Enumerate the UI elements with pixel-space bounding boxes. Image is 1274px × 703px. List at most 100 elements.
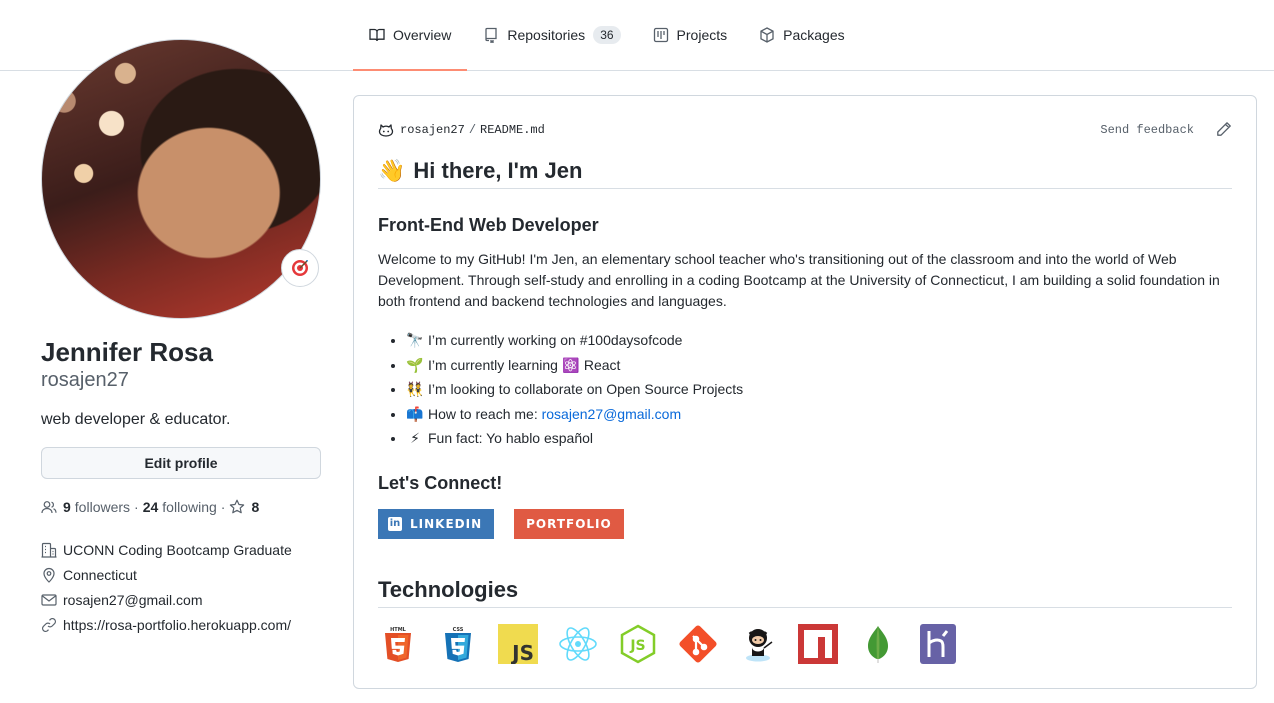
- repo-icon: [485, 27, 498, 43]
- technologies-heading: Technologies: [378, 575, 1232, 608]
- telescope-icon: 🔭: [406, 332, 424, 348]
- readme-file-link[interactable]: README.md: [480, 123, 545, 137]
- organization-icon: [41, 542, 57, 558]
- avatar[interactable]: [41, 39, 321, 319]
- html5-icon: HTML: [378, 624, 418, 664]
- profile-tabs: Overview Repositories 36 Projects Packag…: [353, 0, 861, 71]
- svg-text:CSS: CSS: [453, 627, 464, 633]
- reach-email-link[interactable]: rosajen27@gmail.com: [542, 406, 682, 422]
- avatar-container: [41, 39, 321, 319]
- heroku-icon: [918, 623, 958, 664]
- mailbox-icon: 📫: [406, 405, 424, 422]
- mongodb-icon: [858, 624, 898, 664]
- svg-text:JS: JS: [510, 641, 534, 664]
- list-item: 👯I’m looking to collaborate on Open Sour…: [406, 377, 1232, 402]
- list-item: ⚡ Fun fact: Yo hablo español: [406, 426, 1232, 451]
- edit-profile-button[interactable]: Edit profile: [41, 447, 321, 479]
- location-icon: [43, 567, 55, 583]
- git-icon: [678, 624, 718, 664]
- link-icon: [42, 617, 56, 632]
- tab-projects[interactable]: Projects: [637, 0, 744, 70]
- detail-organization: UCONN Coding Bootcamp Graduate: [41, 537, 292, 562]
- css3-icon: CSS: [438, 624, 478, 664]
- tab-packages[interactable]: Packages: [743, 0, 860, 70]
- profile-bio: web developer & educator.: [41, 411, 231, 428]
- stars-link[interactable]: 8: [229, 499, 263, 515]
- book-icon: [369, 28, 385, 42]
- organization-text: UCONN Coding Bootcamp Graduate: [63, 541, 292, 558]
- followers-label: followers: [74, 499, 131, 515]
- location-text: Connecticut: [63, 566, 137, 583]
- lightning-icon: ⚡: [410, 430, 420, 446]
- role-heading: Front-End Web Developer: [378, 215, 599, 235]
- repositories-count-badge: 36: [593, 26, 621, 44]
- package-icon: [760, 27, 774, 43]
- status-badge[interactable]: [281, 249, 319, 287]
- pencil-icon[interactable]: [1216, 121, 1232, 137]
- readme-greeting-heading: 👋 Hi there, I'm Jen: [378, 156, 1232, 189]
- collab-text: I’m looking to collaborate on Open Sourc…: [428, 381, 744, 397]
- learning-item: React: [583, 356, 621, 373]
- detail-email[interactable]: rosajen27@gmail.com: [41, 587, 292, 612]
- email-link[interactable]: rosajen27@gmail.com: [63, 592, 203, 608]
- tab-overview-label: Overview: [393, 27, 452, 43]
- profile-details: UCONN Coding Bootcamp Graduate Connectic…: [41, 537, 292, 637]
- portfolio-label: PORTFOLIO: [526, 516, 612, 531]
- tab-projects-label: Projects: [676, 27, 728, 43]
- people-icon: [41, 501, 57, 514]
- mail-icon: [41, 593, 57, 606]
- svg-text:JS: JS: [629, 638, 645, 654]
- linkedin-icon: in: [388, 516, 402, 531]
- profile-username: rosajen27: [41, 369, 129, 391]
- follow-stats: 9 followers · 24 following · 8: [41, 497, 263, 517]
- linkedin-button[interactable]: in LINKEDIN: [378, 508, 495, 539]
- linkedin-label: LINKEDIN: [410, 516, 483, 531]
- following-link[interactable]: 24 following: [143, 499, 217, 515]
- react-icon: [558, 624, 598, 664]
- send-feedback-link[interactable]: Send feedback: [1100, 123, 1194, 137]
- detail-website[interactable]: https://rosa-portfolio.herokuapp.com/: [41, 612, 292, 637]
- tab-repositories-label: Repositories: [507, 27, 586, 43]
- star-icon: [230, 499, 245, 514]
- reach-text: How to reach me:: [428, 405, 538, 422]
- profile-fullname: Jennifer Rosa: [41, 337, 213, 367]
- stars-count: 8: [251, 499, 260, 515]
- separator-dot: ·: [134, 499, 139, 515]
- tab-repositories[interactable]: Repositories 36: [467, 0, 636, 70]
- project-icon: [653, 27, 668, 43]
- readme-content: 👋 Hi there, I'm Jen Front-End Web Develo…: [378, 156, 1232, 664]
- following-label: following: [162, 499, 217, 515]
- list-item: 📫How to reach me: rosajen27@gmail.com: [406, 402, 1232, 427]
- technology-icons: HTML CSS JS JS: [378, 623, 1232, 664]
- javascript-icon: JS: [498, 623, 538, 664]
- intro-paragraph: Welcome to my GitHub! I'm Jen, an elemen…: [378, 251, 1220, 309]
- waving-hand-icon: 👋: [378, 158, 406, 183]
- target-emoji-icon: [292, 260, 308, 276]
- greeting-text: Hi there, I'm Jen: [413, 158, 583, 183]
- nodejs-icon: JS: [618, 624, 658, 664]
- readme-owner-link[interactable]: rosajen27: [400, 123, 465, 137]
- readme-header: rosajen27 / README.md Send feedback: [378, 120, 1232, 140]
- breadcrumb-separator: /: [468, 123, 477, 137]
- npm-icon: [798, 623, 838, 664]
- portfolio-button[interactable]: PORTFOLIO: [514, 508, 624, 539]
- github-icon: [738, 624, 778, 664]
- list-item: 🌱I’m currently learning ⚛️React: [406, 353, 1232, 378]
- people-holding-hands-icon: 👯: [406, 381, 424, 397]
- detail-location: Connecticut: [41, 562, 292, 587]
- learning-text: I’m currently learning: [428, 356, 558, 373]
- tab-overview[interactable]: Overview: [353, 0, 468, 71]
- connect-badges: in LINKEDIN PORTFOLIO: [378, 508, 1232, 539]
- readme-card: rosajen27 / README.md Send feedback 👋 Hi…: [353, 95, 1257, 689]
- readme-breadcrumb: rosajen27 / README.md: [378, 122, 545, 138]
- followers-link[interactable]: 9 followers: [41, 499, 130, 515]
- website-link[interactable]: https://rosa-portfolio.herokuapp.com/: [63, 617, 291, 633]
- following-count: 24: [142, 499, 159, 515]
- about-list: 🔭I’m currently working on #100daysofcode…: [378, 328, 1232, 451]
- working-text: I’m currently working on #100daysofcode: [428, 332, 683, 348]
- connect-heading: Let's Connect!: [378, 472, 503, 493]
- tab-packages-label: Packages: [783, 27, 845, 43]
- fun-fact-text: Fun fact: Yo hablo español: [428, 430, 594, 446]
- seedling-icon: 🌱: [406, 356, 424, 373]
- separator-dot: ·: [220, 499, 226, 515]
